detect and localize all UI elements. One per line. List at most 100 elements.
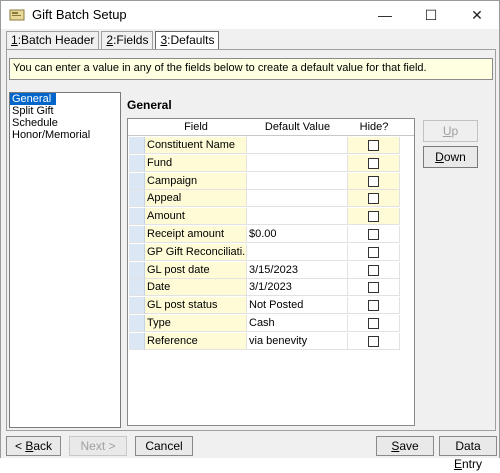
- hide-cell: [348, 332, 400, 350]
- hide-checkbox[interactable]: [368, 193, 379, 205]
- maximize-button[interactable]: ☐: [409, 1, 453, 29]
- window-title: Gift Batch Setup: [32, 7, 127, 22]
- hide-checkbox[interactable]: [368, 335, 379, 347]
- field-name-cell: Reference: [145, 332, 247, 350]
- row-header[interactable]: [129, 261, 145, 279]
- default-value-cell[interactable]: 3/15/2023: [247, 261, 348, 279]
- default-value-cell[interactable]: [247, 172, 348, 190]
- tab-defaults[interactable]: 3:Defaults: [155, 31, 220, 49]
- category-item-split-gift[interactable]: Split Gift: [10, 105, 120, 117]
- hide-checkbox[interactable]: [368, 175, 379, 187]
- default-value-cell[interactable]: 3/1/2023: [247, 279, 348, 297]
- hide-checkbox[interactable]: [368, 246, 379, 258]
- category-item-general[interactable]: General: [10, 93, 56, 105]
- close-icon: ✕: [471, 6, 483, 23]
- hide-checkbox[interactable]: [368, 264, 379, 276]
- cancel-button[interactable]: Cancel: [135, 436, 193, 456]
- table-row: Appeal: [128, 190, 414, 208]
- hide-cell: [348, 226, 400, 243]
- row-header[interactable]: [129, 226, 145, 243]
- table-row: GL post status Not Posted: [128, 297, 414, 315]
- hide-checkbox[interactable]: [368, 229, 379, 240]
- hide-checkbox[interactable]: [368, 140, 379, 151]
- default-value-cell[interactable]: $0.00: [247, 226, 348, 243]
- table-row: Reference via benevity: [128, 332, 414, 350]
- tab-batch-header[interactable]: 1:Batch Header: [6, 31, 100, 49]
- back-button[interactable]: < Back: [6, 436, 61, 456]
- hide-cell: [348, 208, 400, 226]
- down-button[interactable]: Down: [423, 146, 478, 168]
- default-value-cell[interactable]: Cash: [247, 315, 348, 332]
- default-value-cell[interactable]: Not Posted: [247, 297, 348, 315]
- info-banner: You can enter a value in any of the fiel…: [9, 58, 493, 80]
- row-header[interactable]: [129, 297, 145, 315]
- column-header-hide: Hide?: [359, 121, 389, 133]
- default-value-cell[interactable]: via benevity: [247, 332, 348, 350]
- grid-header: Field Default Value Hide?: [128, 119, 414, 136]
- category-item-schedule[interactable]: Schedule: [10, 117, 120, 129]
- field-name-cell: Fund: [145, 154, 247, 172]
- field-name-cell: Receipt amount: [145, 226, 247, 243]
- save-button[interactable]: Save: [376, 436, 434, 456]
- table-row: Constituent Name: [128, 137, 414, 154]
- default-value-cell[interactable]: [247, 208, 348, 226]
- gift-batch-setup-window: Gift Batch Setup — ☐ ✕ 1:Batch Header 2:…: [0, 0, 500, 471]
- hide-checkbox[interactable]: [368, 282, 379, 294]
- defaults-panel: You can enter a value in any of the fiel…: [6, 49, 496, 431]
- field-name-cell: Amount: [145, 208, 247, 226]
- hide-checkbox[interactable]: [368, 211, 379, 223]
- table-row: GL post date 3/15/2023: [128, 261, 414, 279]
- field-name-cell: Campaign: [145, 172, 247, 190]
- field-name-cell: Constituent Name: [145, 137, 247, 154]
- row-header[interactable]: [129, 190, 145, 208]
- row-header[interactable]: [129, 172, 145, 190]
- table-row: GP Gift Reconciliati...: [128, 243, 414, 261]
- field-name-cell: Appeal: [145, 190, 247, 208]
- app-icon: [9, 9, 25, 21]
- up-button[interactable]: Up: [423, 120, 478, 142]
- table-row: Amount: [128, 208, 414, 226]
- row-header[interactable]: [129, 208, 145, 226]
- field-name-cell: Date: [145, 279, 247, 297]
- table-row: Fund: [128, 154, 414, 172]
- hide-cell: [348, 297, 400, 315]
- tab-strip: 1:Batch Header 2:Fields 3:Defaults: [6, 31, 221, 49]
- row-header[interactable]: [129, 315, 145, 332]
- default-value-cell[interactable]: [247, 137, 348, 154]
- default-value-cell[interactable]: [247, 154, 348, 172]
- maximize-icon: ☐: [424, 6, 438, 23]
- defaults-grid: Field Default Value Hide? Constituent Na…: [127, 118, 415, 426]
- close-button[interactable]: ✕: [455, 1, 499, 29]
- field-name-cell: GL post status: [145, 297, 247, 315]
- column-header-default-value: Default Value: [264, 121, 331, 133]
- hide-cell: [348, 243, 400, 261]
- hide-cell: [348, 261, 400, 279]
- hide-cell: [348, 137, 400, 154]
- field-name-cell: GL post date: [145, 261, 247, 279]
- category-list[interactable]: General Split Gift Schedule Honor/Memori…: [9, 92, 121, 428]
- hide-cell: [348, 172, 400, 190]
- hide-checkbox[interactable]: [368, 300, 379, 312]
- next-button[interactable]: Next >: [69, 436, 127, 456]
- row-header[interactable]: [129, 137, 145, 154]
- row-header[interactable]: [129, 332, 145, 350]
- row-header[interactable]: [129, 154, 145, 172]
- minimize-button[interactable]: —: [363, 1, 407, 29]
- category-item-honor-memorial[interactable]: Honor/Memorial: [10, 129, 120, 141]
- row-header[interactable]: [129, 243, 145, 261]
- data-entry-button[interactable]: Data Entry: [439, 436, 497, 471]
- field-name-cell: Type: [145, 315, 247, 332]
- hide-cell: [348, 154, 400, 172]
- default-value-cell[interactable]: [247, 190, 348, 208]
- hide-checkbox[interactable]: [368, 318, 379, 329]
- hide-cell: [348, 190, 400, 208]
- hide-cell: [348, 315, 400, 332]
- title-bar: Gift Batch Setup — ☐ ✕: [1, 1, 499, 29]
- tab-fields[interactable]: 2:Fields: [101, 31, 154, 49]
- field-name-cell: GP Gift Reconciliati...: [145, 243, 247, 261]
- column-header-field: Field: [184, 121, 208, 133]
- default-value-cell[interactable]: [247, 243, 348, 261]
- row-header[interactable]: [129, 279, 145, 297]
- hide-checkbox[interactable]: [368, 157, 379, 169]
- table-row: Type Cash: [128, 315, 414, 332]
